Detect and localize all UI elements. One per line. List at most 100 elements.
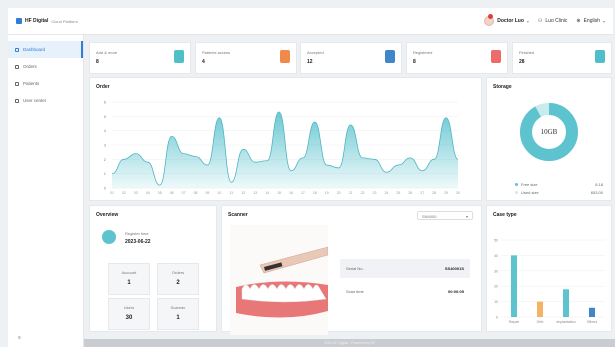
overview-stat-value: 2 <box>176 280 180 286</box>
x-tick-label: 04 <box>146 191 150 195</box>
x-tick-label: 25 <box>396 191 400 195</box>
legend-item: Used size 653.00 <box>515 190 603 195</box>
legend-dot <box>515 191 518 194</box>
sidebar-item-user-center[interactable]: User center <box>8 92 83 109</box>
x-tick-label: 06 <box>170 191 174 195</box>
x-tick-label: 03 <box>134 191 138 195</box>
x-tick-label: 21 <box>349 191 353 195</box>
calendar-icon <box>102 230 116 244</box>
overview-stat: Account 1 <box>108 263 150 295</box>
overview-stat-label: Orders <box>171 270 185 275</box>
stat-value: 8 <box>413 59 416 65</box>
y-tick-label: 50 <box>494 239 498 243</box>
bar <box>563 289 569 317</box>
overview-card: Overview Register time 2023-06-22 Accoun… <box>89 205 217 332</box>
scanner-info-value: 00:00:05 <box>447 289 464 294</box>
brand-name: HF Digital <box>25 18 49 24</box>
sidebar-item-label: Patients <box>23 81 40 86</box>
dashboard-icon <box>15 47 19 52</box>
order-chart-card: Order 0 1 2 3 4 5 6 01 02 03 04 05 06 07 08 09 10 11 12 13 1… <box>89 77 482 201</box>
sidebar-item-orders[interactable]: Orders <box>8 58 83 75</box>
scanner-info-label: Scan time <box>346 289 364 294</box>
stat-card[interactable]: Accepted 12 <box>300 42 402 74</box>
stat-label: Accepted <box>307 50 324 55</box>
y-tick-label: 20 <box>494 285 498 289</box>
x-tick-label: 15 <box>277 191 281 195</box>
x-tick-label: 17 <box>301 191 305 195</box>
card-title: Overview <box>96 212 119 218</box>
y-tick-label: 1 <box>104 171 107 176</box>
x-tick-label: 22 <box>361 191 365 195</box>
y-tick-label: 40 <box>494 254 498 258</box>
sidebar-item-patients[interactable]: Patients <box>8 75 83 92</box>
y-tick-label: 3 <box>104 143 107 148</box>
sidebar-item-label: Orders <box>23 64 37 69</box>
sidebar-item-dashboard[interactable]: Dashboard <box>8 41 83 58</box>
x-tick-label: 13 <box>253 191 257 195</box>
y-tick-label: 5 <box>104 114 107 119</box>
storage-card: Storage 10GB Free size 8.18 Used size 65… <box>486 77 612 201</box>
x-tick-label: Repair <box>509 320 520 324</box>
overview-stat-value: 30 <box>125 315 133 321</box>
x-tick-label: 30 <box>456 191 460 195</box>
x-tick-label: 18 <box>313 191 317 195</box>
overview-stat-label: Users <box>123 305 135 310</box>
y-tick-label: 0 <box>496 316 498 320</box>
x-tick-label: 26 <box>408 191 412 195</box>
scanner-image <box>230 225 329 335</box>
brand[interactable]: HF Digital Cloud Platform <box>16 18 78 24</box>
stat-value: 12 <box>307 59 313 65</box>
register-date: 2023-06-22 <box>125 239 151 245</box>
avatar <box>484 14 495 26</box>
scanner-info-row: Serial No. SS40001S <box>340 259 470 278</box>
scanner-select-value: SN4000 <box>422 214 437 219</box>
legend-item: Free size 8.18 <box>515 182 603 187</box>
y-tick-label: 30 <box>494 269 498 273</box>
user-name: Doctor Luo <box>497 18 524 24</box>
y-tick-label: 4 <box>104 128 107 133</box>
bar <box>589 307 595 317</box>
stat-value: 4 <box>202 59 205 65</box>
x-tick-label: 19 <box>325 191 329 195</box>
legend-value: 8.18 <box>595 182 603 187</box>
overview-stat: Scanner 1 <box>157 298 199 330</box>
brand-logo <box>16 18 22 24</box>
sidebar-item-label: Dashboard <box>23 47 46 52</box>
language-label: English <box>583 18 600 24</box>
account-menu[interactable]: ⚇ Luo Clinic <box>538 18 567 24</box>
orders-icon <box>15 64 19 69</box>
user-menu[interactable]: Doctor Luo ▾ <box>484 14 529 26</box>
x-tick-label: Others <box>587 320 598 324</box>
x-tick-label: 11 <box>229 191 233 195</box>
x-tick-label: 16 <box>289 191 293 195</box>
overview-stat-label: Account <box>121 270 137 275</box>
user-center-icon <box>15 98 19 103</box>
legend-label: Free size <box>521 182 538 187</box>
bar <box>511 255 517 317</box>
legend-dot <box>515 183 518 186</box>
chevron-down-icon: ▾ <box>465 214 468 219</box>
account-name: Luo Clinic <box>545 18 568 24</box>
top-bar: HF Digital Cloud Platform Doctor Luo ▾ ⚇… <box>8 8 613 35</box>
collapse-menu-icon[interactable]: ≡ <box>18 335 21 341</box>
order-area-chart: 012345601 02 03 04 05 06 07 08 09 10 11 12 13 14 15 16 1… <box>104 100 460 196</box>
scanner-card: Scanner SN4000 ▾ Serial No. SS40001S Sca… <box>221 205 482 335</box>
stat-label: Add & more <box>96 50 118 55</box>
stat-card[interactable]: Finished 28 <box>512 42 612 74</box>
stat-label: Registered <box>413 50 433 55</box>
scanner-select[interactable]: SN4000 ▾ <box>417 211 473 220</box>
x-tick-label: Implantation <box>556 320 575 324</box>
stat-value: 28 <box>519 59 525 65</box>
language-select[interactable]: ⊕ English ▾ <box>576 18 605 24</box>
stat-value: 8 <box>96 59 99 65</box>
document-icon <box>491 50 501 63</box>
x-tick-label: 12 <box>241 191 245 195</box>
x-tick-label: 10 <box>217 191 221 195</box>
brand-subtitle: Cloud Platform <box>51 18 78 24</box>
y-tick-label: 0 <box>104 186 107 191</box>
stat-card[interactable]: Patients access 4 <box>195 42 297 74</box>
stat-card[interactable]: Registered 8 <box>406 42 508 74</box>
x-tick-label: 08 <box>194 191 198 195</box>
stat-card[interactable]: Add & more 8 <box>89 42 191 74</box>
chevron-down-icon: ▾ <box>526 18 529 24</box>
